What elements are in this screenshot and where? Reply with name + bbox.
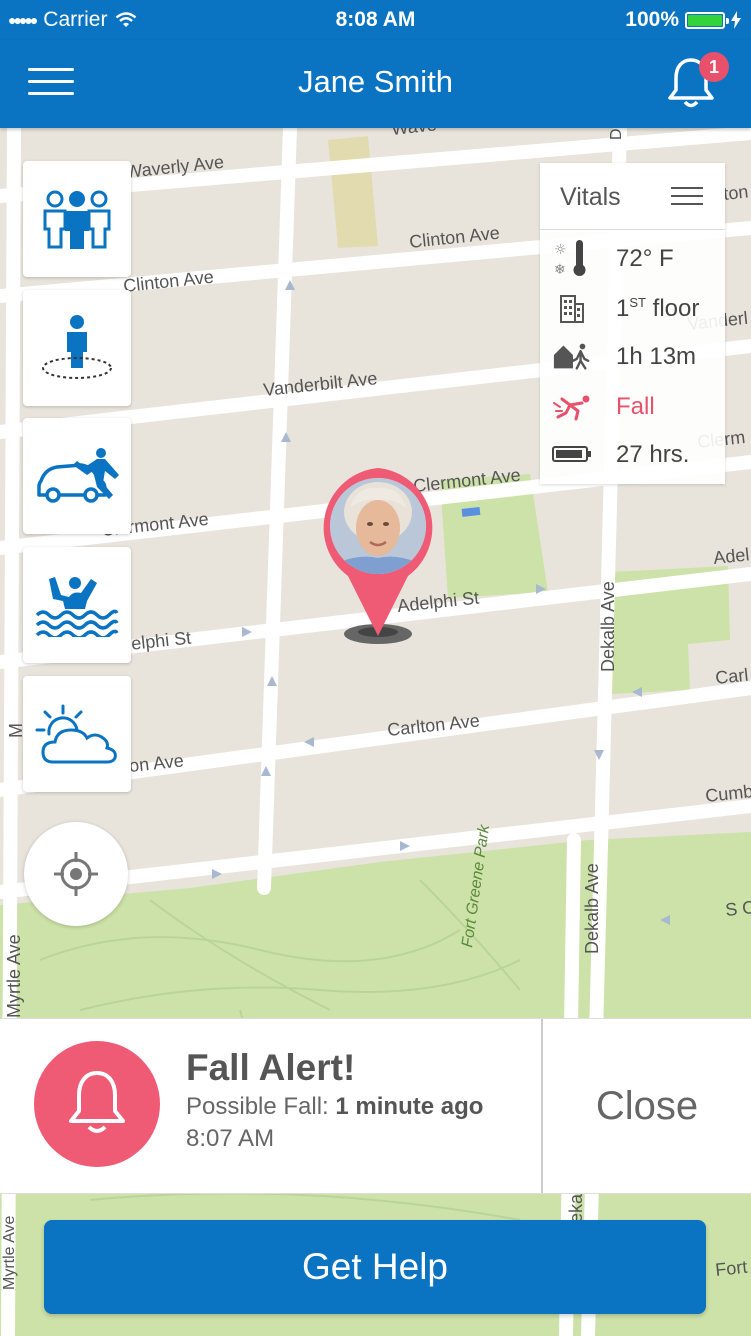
car-accident-icon: [37, 448, 119, 503]
battery-percent: 100%: [625, 8, 679, 31]
alert-title: Fall Alert!: [186, 1047, 356, 1088]
vital-battery: 27 hrs.: [540, 431, 725, 477]
street-label: Myrtle Ave: [1, 1216, 18, 1291]
battery-level-icon: [552, 435, 592, 473]
floor-value: 1ST floor: [616, 295, 699, 323]
group-icon: [43, 190, 111, 249]
alert-description: Possible Fall: 1 minute ago: [186, 1093, 484, 1120]
thermometer-icon: ☼ ❄: [552, 239, 592, 278]
status-value: Fall: [616, 393, 655, 420]
street-label: Dekalb Ave: [608, 128, 625, 140]
status-bar: ●●●●● Carrier 8:08 AM 100%: [0, 0, 751, 40]
charging-icon: [731, 11, 741, 29]
battery-life-value: 27 hrs.: [616, 441, 690, 468]
vitals-header: Vitals: [540, 163, 725, 230]
close-alert-button[interactable]: Close: [543, 1019, 751, 1193]
falling-person-icon: [552, 387, 592, 425]
building-icon: [552, 289, 592, 327]
vitals-menu-button[interactable]: [671, 187, 703, 211]
weather-tool-button[interactable]: [23, 676, 131, 792]
notification-badge: 1: [699, 52, 729, 82]
crosshair-icon: [54, 852, 98, 896]
drowning-tool-button[interactable]: [23, 547, 131, 663]
vital-floor: 1ST floor: [540, 285, 725, 331]
street-label: Dekalb Ave: [582, 863, 602, 954]
drowning-icon: [35, 577, 119, 637]
car-accident-tool-button[interactable]: [23, 418, 131, 534]
street-label: Fort: [714, 1257, 748, 1280]
leaving-home-icon: [552, 337, 592, 375]
vitals-title: Vitals: [560, 183, 621, 211]
alert-time: 8:07 AM: [186, 1125, 275, 1152]
bell-icon: [69, 1071, 125, 1133]
street-label: Dekalb Ave: [598, 581, 618, 672]
geofence-tool-button[interactable]: [23, 290, 131, 406]
fall-alert-card: Fall Alert! Possible Fall: 1 minute ago …: [0, 1018, 751, 1194]
svg-text:❄: ❄: [554, 262, 566, 278]
floor-suffix: ST: [629, 295, 646, 310]
weather-icon: [35, 704, 117, 764]
nav-bar: Jane Smith 1: [0, 40, 751, 128]
get-help-button[interactable]: Get Help: [44, 1220, 706, 1314]
street-label: Myrtle Ave: [4, 934, 24, 1018]
notifications-button[interactable]: 1: [665, 52, 729, 110]
locate-me-button[interactable]: [24, 822, 128, 926]
street-label: ton: [722, 181, 749, 204]
page-title: Jane Smith: [297, 64, 454, 99]
vital-temperature: ☼ ❄ 72° F: [540, 235, 725, 281]
street-label: S O: [724, 897, 751, 920]
vital-status: Fall: [540, 383, 725, 429]
svg-text:☼: ☼: [554, 242, 567, 258]
temperature-value: 72° F: [616, 245, 674, 272]
group-tool-button[interactable]: [23, 161, 131, 277]
person-geofence-icon: [42, 315, 112, 379]
user-location-marker[interactable]: [318, 466, 440, 646]
floor-word: floor: [652, 295, 700, 322]
alert-bell-badge: [34, 1041, 160, 1167]
battery-icon: [685, 11, 729, 29]
street-label: Adel: [712, 544, 750, 568]
street-label: Carl: [714, 665, 749, 688]
floor-number: 1: [616, 295, 630, 322]
away-time-value: 1h 13m: [616, 343, 697, 370]
vital-away-time: 1h 13m: [540, 333, 725, 379]
vitals-panel: Vitals ☼ ❄ 72° F 1ST floor 1h 13m Fall 2…: [540, 163, 725, 484]
avatar: [330, 478, 426, 574]
